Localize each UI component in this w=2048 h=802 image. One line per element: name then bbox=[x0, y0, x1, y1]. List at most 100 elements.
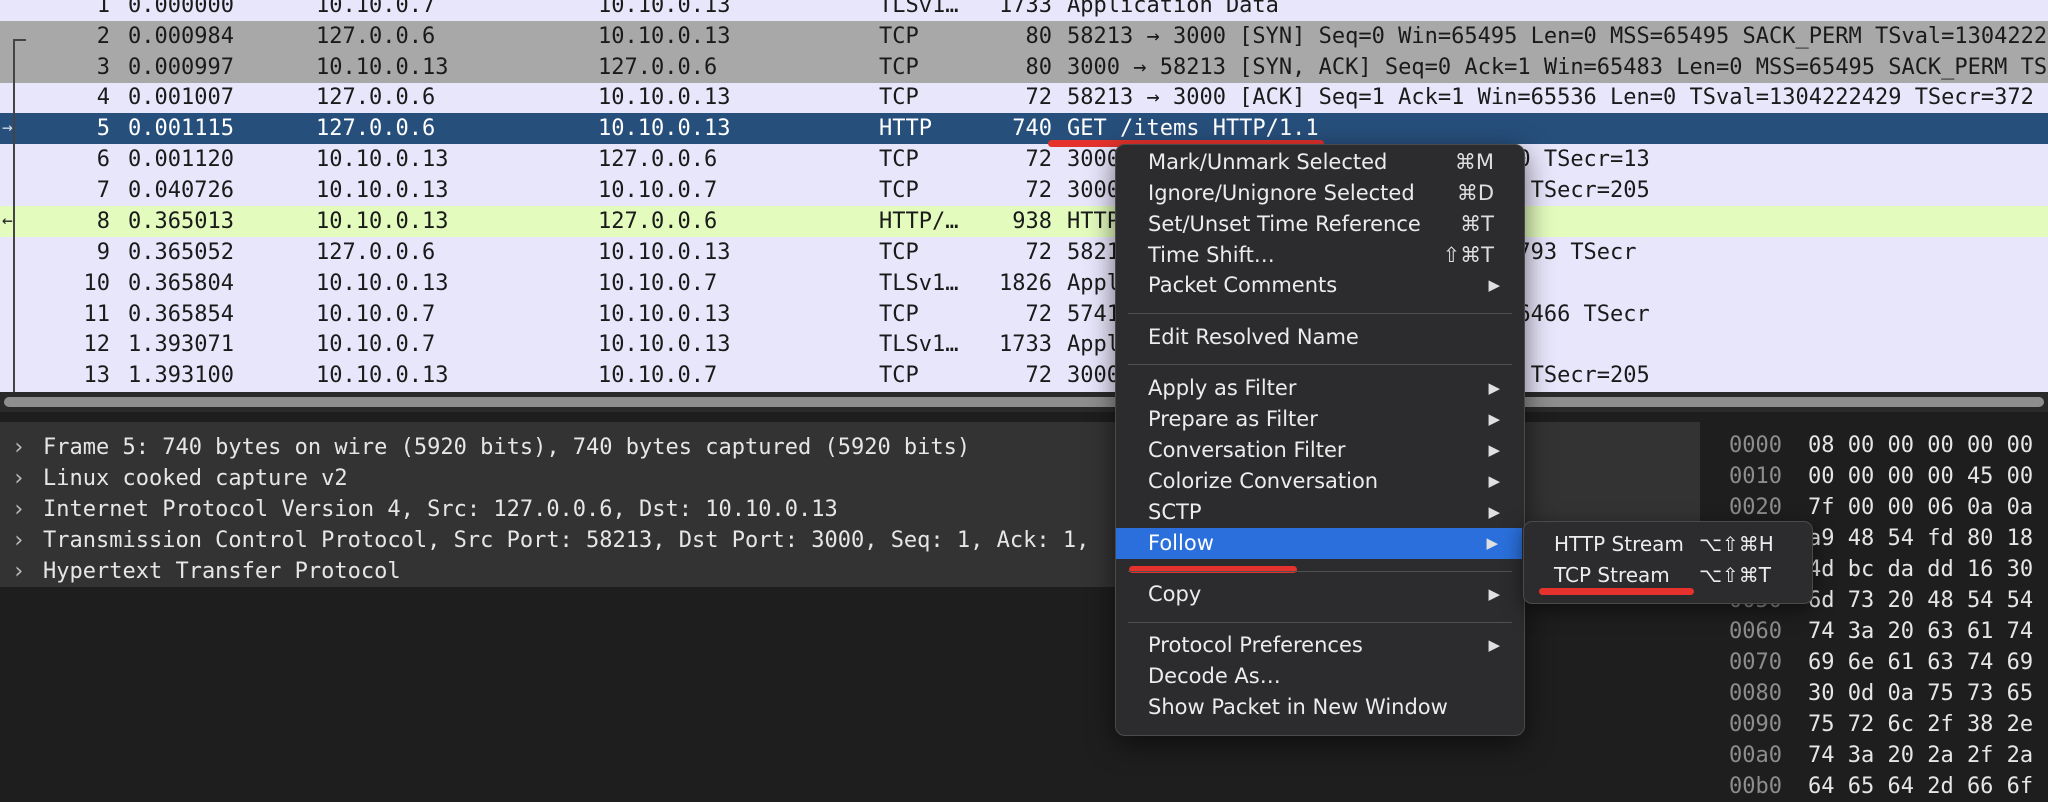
chevron-right-icon[interactable]: › bbox=[12, 525, 25, 556]
packet-row[interactable]: 2 0.000984 127.0.0.6 10.10.0.13 TCP 80 5… bbox=[0, 21, 2048, 52]
menu-item-time-reference[interactable]: Set/Unset Time Reference ⌘T bbox=[1116, 209, 1524, 240]
detail-text: Internet Protocol Version 4, Src: 127.0.… bbox=[43, 497, 838, 522]
chevron-right-icon[interactable]: › bbox=[12, 463, 25, 494]
menu-item-follow[interactable]: Follow ▶ bbox=[1116, 528, 1522, 559]
packet-protocol: TCP bbox=[879, 55, 919, 80]
menu-item-apply-as-filter[interactable]: Apply as Filter ▶ bbox=[1116, 373, 1524, 404]
menu-item-edit-resolved-name[interactable]: Edit Resolved Name bbox=[1116, 322, 1524, 353]
menu-separator bbox=[1128, 571, 1512, 572]
packet-time: 0.365052 bbox=[128, 240, 234, 265]
packet-time: 0.365804 bbox=[128, 271, 234, 296]
packet-length: 72 bbox=[1025, 85, 1053, 110]
packet-no: 10 bbox=[83, 271, 111, 296]
packet-row[interactable]: 10 0.365804 10.10.0.13 10.10.0.7 TLSv1… … bbox=[0, 268, 2048, 299]
hex-bytes: 69 6e 61 63 74 69 bbox=[1808, 650, 2034, 675]
packet-row[interactable]: 9 0.365052 127.0.0.6 10.10.0.13 TCP 72 5… bbox=[0, 237, 2048, 268]
menu-item-label: TCP Stream bbox=[1554, 563, 1670, 587]
packet-time: 0.000000 bbox=[128, 0, 234, 18]
packet-row-selected[interactable]: 5 0.001115 127.0.0.6 10.10.0.13 HTTP 740… bbox=[0, 113, 2048, 144]
menu-separator bbox=[1128, 622, 1512, 623]
menu-item-prepare-as-filter[interactable]: Prepare as Filter ▶ bbox=[1116, 404, 1524, 435]
menu-item-time-shift[interactable]: Time Shift… ⇧⌘T bbox=[1116, 240, 1524, 271]
menu-item-copy[interactable]: Copy ▶ bbox=[1116, 579, 1524, 610]
menu-item-label: Conversation Filter bbox=[1148, 438, 1346, 462]
menu-item-label: Protocol Preferences bbox=[1148, 633, 1363, 657]
menu-item-label: Packet Comments bbox=[1148, 273, 1338, 297]
hex-bytes: 6d 73 20 48 54 54 bbox=[1808, 588, 2034, 613]
packet-destination: 127.0.0.6 bbox=[598, 147, 718, 172]
packet-time: 0.365013 bbox=[128, 209, 234, 234]
hex-bytes: 74 3a 20 63 61 74 bbox=[1808, 619, 2034, 644]
packet-row[interactable]: 3 0.000997 10.10.0.13 127.0.0.6 TCP 80 3… bbox=[0, 52, 2048, 83]
hex-offset: 0000 bbox=[1729, 433, 1782, 458]
chevron-right-icon[interactable]: › bbox=[12, 494, 25, 525]
packet-length: 1733 bbox=[999, 0, 1052, 18]
chevron-right-icon[interactable]: › bbox=[12, 432, 25, 463]
hex-bytes: 08 00 00 00 00 00 bbox=[1808, 433, 2034, 458]
follow-submenu: HTTP Stream ⌥⇧⌘H TCP Stream ⌥⇧⌘T bbox=[1523, 521, 1813, 604]
packet-list[interactable]: 1 0.000000 10.10.0.7 10.10.0.13 TLSv1… 1… bbox=[0, 0, 2048, 392]
packet-length: 72 bbox=[1025, 240, 1053, 265]
hex-offset: 0070 bbox=[1729, 650, 1782, 675]
conversation-bracket-start bbox=[13, 39, 26, 41]
submenu-arrow-icon: ▶ bbox=[1488, 276, 1500, 294]
submenu-arrow-icon: ▶ bbox=[1488, 472, 1500, 490]
menu-item-label: Colorize Conversation bbox=[1148, 469, 1379, 493]
menu-item-conversation-filter[interactable]: Conversation Filter ▶ bbox=[1116, 435, 1524, 466]
packet-source: 10.10.0.7 bbox=[316, 0, 436, 18]
packet-row[interactable]: 7 0.040726 10.10.0.13 10.10.0.7 TCP 72 3… bbox=[0, 175, 2048, 206]
packet-row[interactable]: 13 1.393100 10.10.0.13 10.10.0.7 TCP 72 … bbox=[0, 360, 2048, 391]
packet-destination: 10.10.0.13 bbox=[598, 116, 731, 141]
menu-item-colorize-conversation[interactable]: Colorize Conversation ▶ bbox=[1116, 466, 1524, 497]
menu-item-packet-comments[interactable]: Packet Comments ▶ bbox=[1116, 270, 1524, 301]
menu-item-show-packet-new-window[interactable]: Show Packet in New Window bbox=[1116, 692, 1524, 723]
packet-no: 7 bbox=[96, 178, 110, 203]
scrollbar-thumb[interactable] bbox=[4, 397, 2044, 407]
packet-source: 127.0.0.6 bbox=[316, 240, 436, 265]
packet-time: 0.000984 bbox=[128, 24, 234, 49]
packet-destination: 10.10.0.13 bbox=[598, 302, 731, 327]
menu-item-decode-as[interactable]: Decode As… bbox=[1116, 661, 1524, 692]
hex-offset: 00b0 bbox=[1729, 774, 1782, 799]
submenu-arrow-icon: ▶ bbox=[1488, 636, 1500, 654]
submenu-arrow-icon: ▶ bbox=[1488, 410, 1500, 428]
menu-item-label: Edit Resolved Name bbox=[1148, 325, 1359, 349]
menu-item-http-stream[interactable]: HTTP Stream ⌥⇧⌘H bbox=[1524, 529, 1812, 560]
chevron-right-icon[interactable]: › bbox=[12, 556, 25, 587]
packet-protocol: TCP bbox=[879, 240, 919, 265]
packet-source: 10.10.0.13 bbox=[316, 209, 449, 234]
packet-time: 0.365854 bbox=[128, 302, 234, 327]
packet-no: 3 bbox=[96, 55, 110, 80]
packet-length: 1733 bbox=[999, 332, 1052, 357]
packet-time: 1.393071 bbox=[128, 332, 234, 357]
packet-row[interactable]: 6 0.001120 10.10.0.13 127.0.0.6 TCP 72 3… bbox=[0, 144, 2048, 175]
packet-no: 1 bbox=[96, 0, 110, 18]
packet-destination: 10.10.0.13 bbox=[598, 332, 731, 357]
menu-separator bbox=[1128, 313, 1512, 314]
packet-protocol: TCP bbox=[879, 302, 919, 327]
packet-protocol: TLSv1… bbox=[879, 0, 959, 18]
packet-info: 58213 → 3000 [ACK] Seq=1 Ack=1 Win=65536… bbox=[1067, 85, 2034, 110]
menu-item-tcp-stream[interactable]: TCP Stream ⌥⇧⌘T bbox=[1524, 560, 1812, 591]
packet-row[interactable]: 1 0.000000 10.10.0.7 10.10.0.13 TLSv1… 1… bbox=[0, 0, 2048, 21]
menu-item-sctp[interactable]: SCTP ▶ bbox=[1116, 497, 1524, 528]
packet-row[interactable]: 8 0.365013 10.10.0.13 127.0.0.6 HTTP/… 9… bbox=[0, 206, 2048, 237]
packet-row[interactable]: 4 0.001007 127.0.0.6 10.10.0.13 TCP 72 5… bbox=[0, 82, 2048, 113]
hex-bytes: 7f 00 00 06 0a 0a bbox=[1808, 495, 2034, 520]
submenu-arrow-icon: ▶ bbox=[1488, 585, 1500, 603]
hex-offset: 0090 bbox=[1729, 712, 1782, 737]
menu-item-mark-unmark[interactable]: Mark/Unmark Selected ⌘M bbox=[1116, 147, 1524, 178]
conversation-bracket bbox=[13, 39, 15, 392]
packet-no: 12 bbox=[83, 332, 111, 357]
packet-info: Application Data bbox=[1067, 0, 1279, 18]
menu-item-label: Time Shift… bbox=[1148, 243, 1275, 267]
menu-item-protocol-preferences[interactable]: Protocol Preferences ▶ bbox=[1116, 630, 1524, 661]
packet-row[interactable]: 12 1.393071 10.10.0.7 10.10.0.13 TLSv1… … bbox=[0, 329, 2048, 360]
packet-no: 13 bbox=[83, 363, 111, 388]
packet-row[interactable]: 11 0.365854 10.10.0.7 10.10.0.13 TCP 72 … bbox=[0, 299, 2048, 330]
horizontal-scrollbar[interactable] bbox=[0, 392, 2048, 412]
menu-item-ignore-unignore[interactable]: Ignore/Unignore Selected ⌘D bbox=[1116, 178, 1524, 209]
detail-text: Linux cooked capture v2 bbox=[43, 466, 348, 491]
packet-no: 9 bbox=[96, 240, 110, 265]
packet-destination: 127.0.0.6 bbox=[598, 209, 718, 234]
